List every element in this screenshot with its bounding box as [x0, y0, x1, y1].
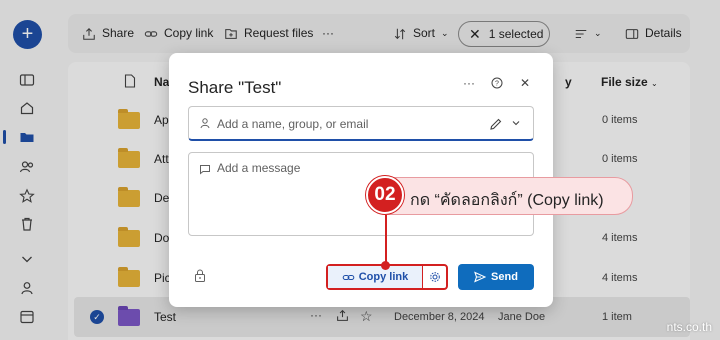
- dialog-title: Share "Test": [188, 78, 282, 97]
- send-button[interactable]: Send: [458, 264, 534, 290]
- help-icon[interactable]: ?: [491, 77, 503, 89]
- instruction-text: กด “คัดลอกลิงก์” (Copy link): [410, 192, 604, 209]
- watermark: nts.co.th: [666, 320, 712, 334]
- copy-link-button[interactable]: Copy link: [328, 266, 423, 288]
- chevron-down-icon[interactable]: [511, 118, 521, 128]
- message-icon: [200, 165, 210, 175]
- edit-permission-icon[interactable]: [489, 117, 503, 131]
- send-icon: [474, 271, 487, 283]
- lock-icon[interactable]: [194, 269, 206, 282]
- gear-icon: [429, 272, 440, 282]
- step-number-badge: 02: [366, 176, 404, 214]
- link-settings-button[interactable]: [423, 266, 446, 288]
- callout-anchor-dot: [381, 261, 390, 270]
- copy-link-label: Copy link: [358, 271, 409, 283]
- callout-connector: [385, 211, 387, 266]
- close-icon[interactable]: ✕: [519, 77, 531, 89]
- svg-text:?: ?: [495, 81, 499, 88]
- more-options-icon[interactable]: ···: [463, 77, 475, 89]
- send-label: Send: [491, 271, 518, 283]
- person-icon: [200, 118, 210, 129]
- people-input[interactable]: [217, 115, 477, 133]
- people-picker[interactable]: [188, 106, 534, 141]
- link-icon: [342, 274, 355, 280]
